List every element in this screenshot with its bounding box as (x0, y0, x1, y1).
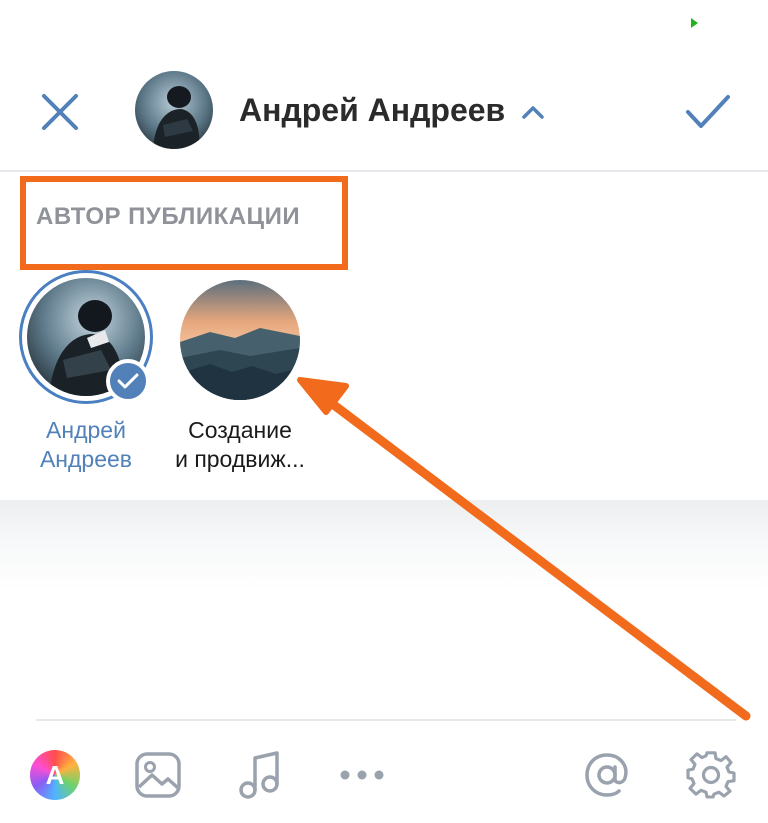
avatar (180, 280, 300, 400)
selected-badge (106, 359, 150, 403)
author-option-user[interactable]: Андрей Андреев (12, 270, 160, 474)
text-style-button[interactable]: A (28, 748, 82, 802)
account-switch-toggle[interactable] (520, 102, 546, 122)
post-editor-header: Андрей Андреев (0, 60, 768, 170)
close-icon (42, 94, 78, 130)
done-button[interactable] (684, 90, 732, 134)
panel-shadow (0, 500, 768, 590)
attach-image-button[interactable] (131, 748, 185, 802)
more-icon (340, 770, 384, 780)
mention-button[interactable] (580, 748, 634, 802)
divider (0, 170, 768, 172)
highlight-frame (20, 176, 348, 270)
settings-icon (686, 751, 736, 799)
text-style-icon: A (30, 750, 80, 800)
divider (36, 719, 736, 721)
author-option-community[interactable]: Создание и продвиж... (160, 270, 320, 474)
account-name[interactable]: Андрей Андреев (239, 92, 505, 129)
image-icon (135, 752, 181, 798)
avatar-selected-ring (19, 270, 153, 404)
author-name: Создание и продвиж... (175, 417, 305, 472)
checkmark-icon (686, 95, 730, 128)
close-button[interactable] (38, 90, 82, 134)
mention-icon (585, 753, 628, 797)
checkmark-icon (117, 373, 139, 389)
avatar[interactable] (135, 71, 213, 149)
music-icon (239, 751, 279, 799)
status-indicator (691, 18, 698, 28)
settings-button[interactable] (684, 748, 738, 802)
chevron-up-icon (522, 106, 544, 119)
more-button[interactable] (335, 748, 389, 802)
author-name: Андрей Андреев (39, 417, 133, 472)
attach-music-button[interactable] (232, 748, 286, 802)
